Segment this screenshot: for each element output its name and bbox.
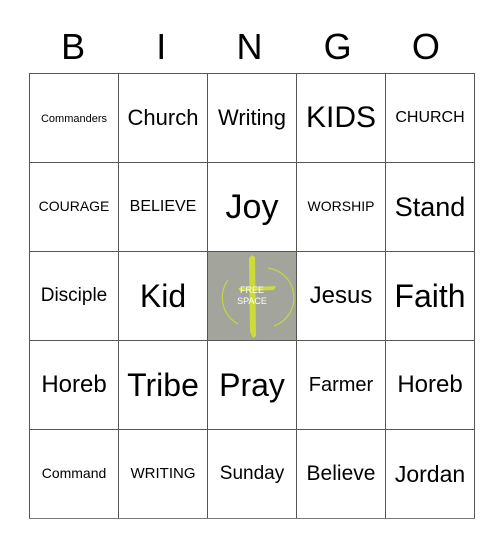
- bingo-cell[interactable]: Believe: [296, 429, 386, 519]
- free-space-line1: FREE: [239, 285, 264, 295]
- cell-text: Horeb: [397, 371, 463, 398]
- cell-text: Farmer: [308, 373, 374, 396]
- cell-text: WORSHIP: [307, 198, 375, 214]
- cell-text: Jesus: [309, 282, 373, 309]
- bingo-cell[interactable]: WRITING: [118, 429, 208, 519]
- cell-text: Church: [127, 105, 199, 130]
- free-space-cell[interactable]: FREE SPACE: [207, 251, 297, 341]
- bingo-cell[interactable]: Horeb: [29, 340, 119, 430]
- cell-text: COURAGE: [38, 198, 110, 214]
- cell-text: Kid: [139, 277, 187, 314]
- bingo-cell[interactable]: WORSHIP: [296, 162, 386, 252]
- header-letter-b: B: [61, 26, 86, 67]
- cell-text: WRITING: [130, 465, 196, 482]
- cell-text: CHURCH: [395, 109, 465, 126]
- cell-text: Tribe: [127, 366, 199, 403]
- cell-text: Horeb: [41, 371, 107, 398]
- bingo-cell[interactable]: Joy: [207, 162, 297, 252]
- cell-text: KIDS: [305, 101, 377, 134]
- cell-text: Command: [41, 465, 107, 481]
- header-letter-o: O: [411, 26, 440, 67]
- bingo-cell[interactable]: Church: [118, 73, 208, 163]
- bingo-cell[interactable]: Pray: [207, 340, 297, 430]
- bingo-cell[interactable]: Faith: [385, 251, 475, 341]
- board-row: Horeb Tribe Pray Farmer Horeb: [29, 340, 475, 430]
- header-letter-n: N: [236, 26, 263, 67]
- bingo-cell[interactable]: Sunday: [207, 429, 297, 519]
- board-row: Disciple Kid FREE SPACE Jesus Faith: [29, 251, 475, 341]
- bingo-cell[interactable]: Jesus: [296, 251, 386, 341]
- bingo-cell[interactable]: Commanders: [29, 73, 119, 163]
- bingo-cell[interactable]: BELIEVE: [118, 162, 208, 252]
- bingo-board: Commanders Church Writing KIDS CHURCH COURAGE…: [29, 73, 475, 519]
- board-row: Commanders Church Writing KIDS CHURCH: [29, 73, 475, 163]
- bingo-cell[interactable]: CHURCH: [385, 73, 475, 163]
- free-space-label: FREE SPACE: [209, 285, 296, 307]
- bingo-cell[interactable]: Stand: [385, 162, 475, 252]
- header-letter-g: G: [323, 26, 352, 67]
- cell-text: Jordan: [394, 460, 466, 487]
- bingo-cell[interactable]: Writing: [207, 73, 297, 163]
- bingo-cell[interactable]: Command: [29, 429, 119, 519]
- bingo-cell[interactable]: Disciple: [29, 251, 119, 341]
- bingo-cell[interactable]: Horeb: [385, 340, 475, 430]
- cell-text: Commanders: [40, 113, 108, 125]
- cell-text: Writing: [217, 105, 287, 130]
- bingo-cell[interactable]: Tribe: [118, 340, 208, 430]
- bingo-cell[interactable]: KIDS: [296, 73, 386, 163]
- board-row: COURAGE BELIEVE Joy WORSHIP Stand: [29, 162, 475, 252]
- cell-text: BELIEVE: [129, 198, 197, 215]
- bingo-header: B I N G O: [29, 22, 470, 72]
- bingo-cell[interactable]: Kid: [118, 251, 208, 341]
- bingo-cell[interactable]: Jordan: [385, 429, 475, 519]
- header-letter-i: I: [156, 26, 167, 67]
- cell-text: Disciple: [40, 285, 108, 306]
- board-row: Command WRITING Sunday Believe Jordan: [29, 429, 475, 519]
- bingo-cell[interactable]: Farmer: [296, 340, 386, 430]
- cell-text: Stand: [394, 191, 466, 222]
- cell-text: Pray: [219, 366, 285, 403]
- cell-text: Sunday: [219, 463, 285, 484]
- bingo-cell[interactable]: COURAGE: [29, 162, 119, 252]
- cell-text: Joy: [225, 187, 279, 226]
- free-space-line2: SPACE: [237, 296, 267, 306]
- cell-text: Faith: [394, 277, 466, 314]
- cell-text: Believe: [306, 462, 376, 485]
